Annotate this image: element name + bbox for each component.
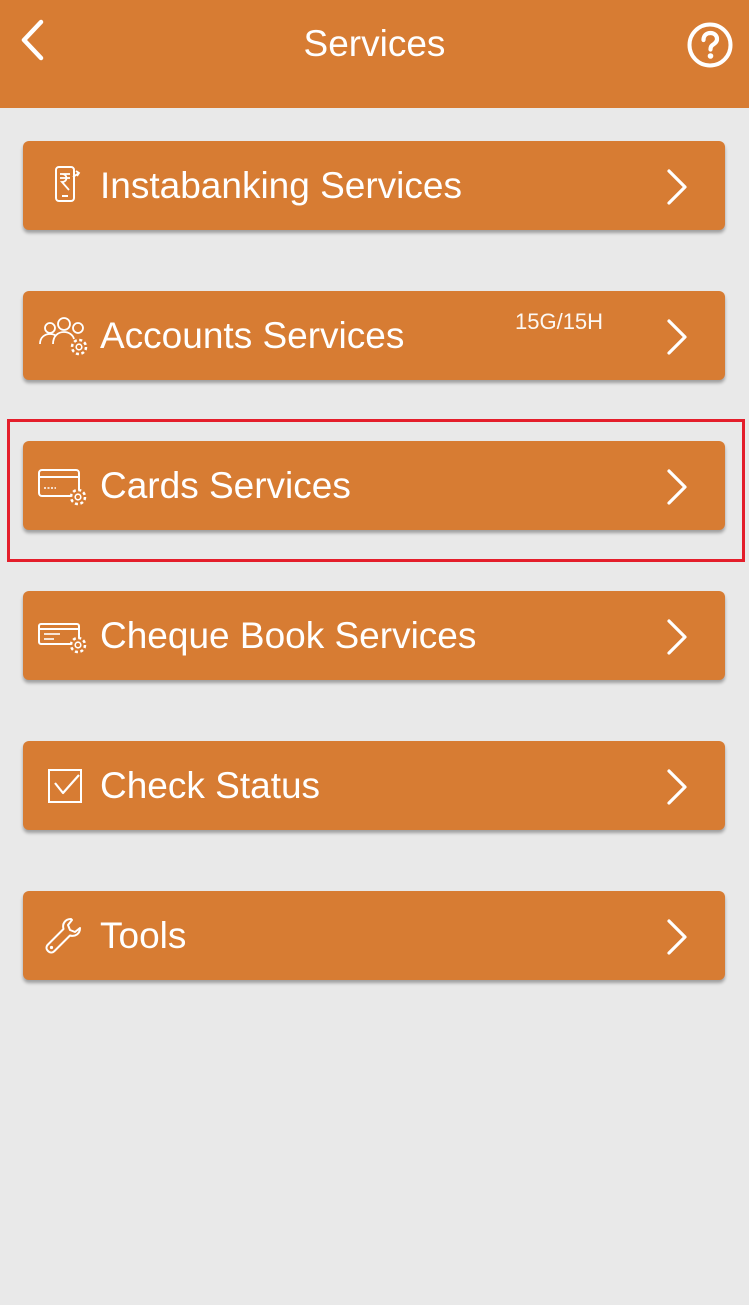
page-title: Services bbox=[303, 23, 446, 64]
wrench-icon bbox=[35, 913, 93, 959]
mobile-rupee-icon bbox=[35, 163, 93, 209]
menu-item-cards-services[interactable]: Cards Services bbox=[23, 441, 725, 530]
cheque-gear-icon bbox=[35, 613, 93, 659]
menu-item-label: Tools bbox=[100, 915, 187, 956]
chevron-right-icon bbox=[659, 315, 695, 359]
chevron-right-icon bbox=[659, 765, 695, 809]
menu-item-check-status[interactable]: Check Status bbox=[23, 741, 725, 830]
menu-item-label: Cheque Book Services bbox=[100, 615, 477, 656]
chevron-right-icon bbox=[659, 465, 695, 509]
chevron-right-icon bbox=[659, 615, 695, 659]
menu-item-label: Cards Services bbox=[100, 465, 351, 506]
chevron-right-icon bbox=[659, 165, 695, 209]
menu-item-cheque-book-services[interactable]: Cheque Book Services bbox=[23, 591, 725, 680]
help-button[interactable] bbox=[684, 19, 736, 71]
menu-item-tools[interactable]: Tools bbox=[23, 891, 725, 980]
menu-item-instabanking-services[interactable]: Instabanking Services bbox=[23, 141, 725, 230]
menu-item-label: Instabanking Services bbox=[100, 165, 462, 206]
menu-item-label: Check Status bbox=[100, 765, 321, 806]
question-circle-icon bbox=[687, 22, 733, 68]
menu-item-badge: 15G/15H bbox=[515, 309, 604, 334]
check-box-icon bbox=[35, 763, 93, 809]
menu-item-accounts-services[interactable]: Accounts Services 15G/15H bbox=[23, 291, 725, 380]
users-gear-icon bbox=[35, 313, 93, 359]
app-header: Services bbox=[0, 0, 749, 108]
card-gear-icon bbox=[35, 463, 93, 509]
chevron-right-icon bbox=[659, 915, 695, 959]
menu-item-label: Accounts Services bbox=[100, 315, 405, 356]
